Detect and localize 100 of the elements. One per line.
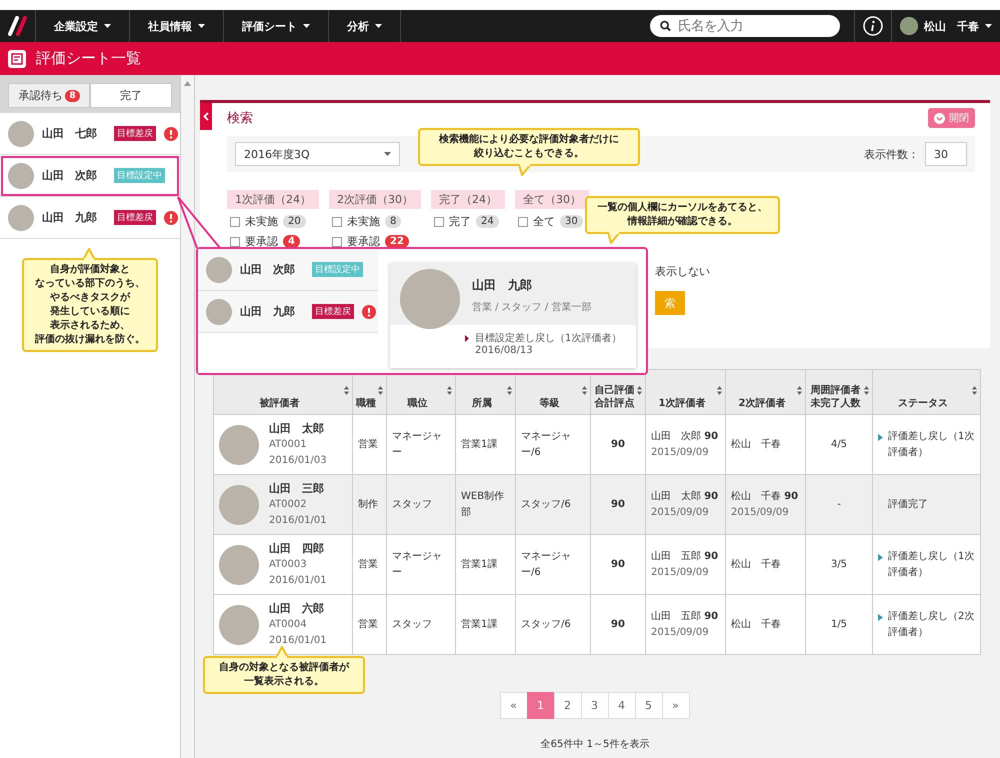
- filter-label: 要承認: [347, 234, 380, 249]
- checkbox[interactable]: [434, 216, 444, 226]
- status-tag: 目標差戻: [114, 126, 156, 141]
- caret-icon: [198, 24, 205, 28]
- count-badge: 4: [283, 235, 300, 248]
- count-badge: 24: [476, 215, 499, 228]
- info-icon[interactable]: [863, 16, 883, 36]
- table-cell: 営業1課: [456, 594, 516, 654]
- evaluator: 松山 千春: [731, 438, 782, 452]
- sort-icon[interactable]: [344, 386, 349, 395]
- callout-text: 一覧の個人欄にカーソルをあてると、 情報詳細が確認できる。: [585, 196, 780, 234]
- table-cell: マネージャー: [386, 534, 456, 594]
- sort-icon[interactable]: [582, 386, 587, 395]
- evaluator: 山田 太郎 90: [651, 490, 720, 504]
- search-input[interactable]: 氏名を入力: [676, 18, 830, 34]
- employee-name: 山田 七郎: [42, 126, 98, 141]
- caret-icon: [375, 24, 382, 28]
- sort-icon[interactable]: [637, 386, 642, 395]
- person-name[interactable]: 山田 三郎: [269, 480, 327, 498]
- sort-icon[interactable]: [717, 386, 722, 395]
- sort-icon[interactable]: [972, 386, 977, 395]
- period-select[interactable]: 2016年度3Q: [235, 142, 400, 166]
- checkbox[interactable]: [332, 216, 342, 226]
- evaluator: 山田 五郎 90: [651, 610, 720, 624]
- join-date: 2016/01/03: [269, 454, 327, 468]
- page-title: 評価シート一覧: [36, 49, 141, 68]
- avatar: [206, 298, 232, 324]
- collapse-button[interactable]: [200, 103, 212, 130]
- table-cell: 90: [590, 534, 646, 594]
- filter-heading: 完了（24）: [431, 190, 505, 209]
- sort-icon[interactable]: [864, 386, 869, 395]
- employee-list-item[interactable]: 山田 九郎 目標差戻: [198, 291, 378, 333]
- count-badge: 22: [385, 235, 409, 248]
- sort-icon[interactable]: [797, 386, 802, 395]
- sort-icon[interactable]: [507, 386, 512, 395]
- sort-icon[interactable]: [378, 386, 383, 395]
- employee-list-item[interactable]: 山田 七郎 目標差戻: [0, 113, 180, 155]
- column-header[interactable]: 職種: [355, 398, 377, 410]
- table-cell: WEB制作部: [456, 474, 516, 534]
- page-button[interactable]: «: [500, 692, 528, 719]
- filter-heading: 1次評価（24）: [227, 190, 319, 209]
- page-size-select[interactable]: 30: [925, 142, 967, 166]
- caret-icon: [303, 24, 310, 28]
- task-text: 目標設定差し戻し（1次評価者）: [475, 332, 622, 345]
- evaluator: 山田 次郎 90: [651, 430, 720, 444]
- status-text: 評価差し戻し（2次評価者）: [888, 610, 975, 640]
- table-cell: 営業: [352, 594, 386, 654]
- option-label: 表示しない: [655, 264, 711, 279]
- page-button[interactable]: 2: [554, 692, 582, 719]
- card-meta: 営業 / スタッフ / 営業一部: [472, 300, 592, 314]
- person-name[interactable]: 山田 四郎: [269, 540, 327, 558]
- table-cell: スタッフ: [386, 594, 456, 654]
- employee-name: 山田 次郎: [42, 168, 98, 183]
- avatar: [8, 120, 34, 146]
- table-cell: 1/5: [806, 594, 872, 654]
- table-cell: マネージャー/6: [516, 534, 590, 594]
- employee-list-item[interactable]: 山田 九郎 目標差戻: [0, 197, 180, 239]
- search-field[interactable]: 氏名を入力: [650, 15, 840, 37]
- status-tag: 目標差戻: [114, 210, 156, 225]
- employee-list-item[interactable]: 山田 次郎 目標設定中: [0, 155, 180, 197]
- callout-text: 自身が評価対象と なっている部下のうち、 やるべきタスクが 発生している順に 表示されるため、 評価の抜け漏れを防ぐ。: [22, 258, 158, 352]
- evaluator: 松山 千春: [731, 558, 782, 572]
- checkbox[interactable]: [230, 236, 240, 246]
- table-cell: 営業1課: [456, 534, 516, 594]
- tab[interactable]: 承認待ち 8: [8, 83, 90, 108]
- avatar: [8, 204, 34, 230]
- table-cell: 90: [590, 474, 646, 534]
- tab[interactable]: 完了: [90, 83, 172, 108]
- panel-title: 検索: [227, 110, 253, 127]
- filter-heading: 2次評価（30）: [329, 190, 421, 209]
- checkbox[interactable]: [230, 216, 240, 226]
- sort-icon[interactable]: [447, 386, 452, 395]
- employee-id: AT0003: [269, 558, 308, 572]
- table-cell: スタッフ/6: [516, 594, 590, 654]
- status-text: 評価完了: [888, 498, 928, 512]
- callout-text: 自身の対象となる被評価者が 一覧表示される。: [203, 656, 365, 694]
- page-size-label: 表示件数：: [864, 146, 919, 162]
- avatar: [219, 544, 259, 584]
- user-name[interactable]: 松山 千春: [924, 18, 979, 34]
- filter-label: 全て: [533, 214, 555, 229]
- result-summary: 全65件中 1～5件を表示: [540, 738, 650, 751]
- avatar: [8, 162, 34, 188]
- person-name[interactable]: 山田 六郎: [269, 600, 327, 618]
- evaluation-date: 2015/09/09: [651, 446, 710, 460]
- scroll-up-icon[interactable]: [184, 81, 191, 86]
- page-button[interactable]: »: [662, 692, 690, 719]
- page-button[interactable]: 4: [608, 692, 636, 719]
- table-cell: -: [806, 474, 872, 534]
- search-icon: [660, 20, 671, 32]
- person-name[interactable]: 山田 太郎: [269, 420, 327, 438]
- page-button[interactable]: 3: [580, 692, 608, 719]
- checkbox[interactable]: [332, 236, 342, 246]
- checkbox[interactable]: [518, 216, 528, 226]
- callout-pointer: [607, 232, 621, 244]
- count-badge: 8: [65, 90, 80, 102]
- employee-list-item[interactable]: 山田 次郎 目標設定中: [198, 249, 378, 291]
- table-cell: 3/5: [806, 534, 872, 594]
- callout-text: 検索機能により必要な評価対象者だけに 絞り込むこともできる。: [418, 128, 640, 166]
- page-button[interactable]: 5: [634, 692, 662, 719]
- logo-icon[interactable]: [6, 16, 28, 36]
